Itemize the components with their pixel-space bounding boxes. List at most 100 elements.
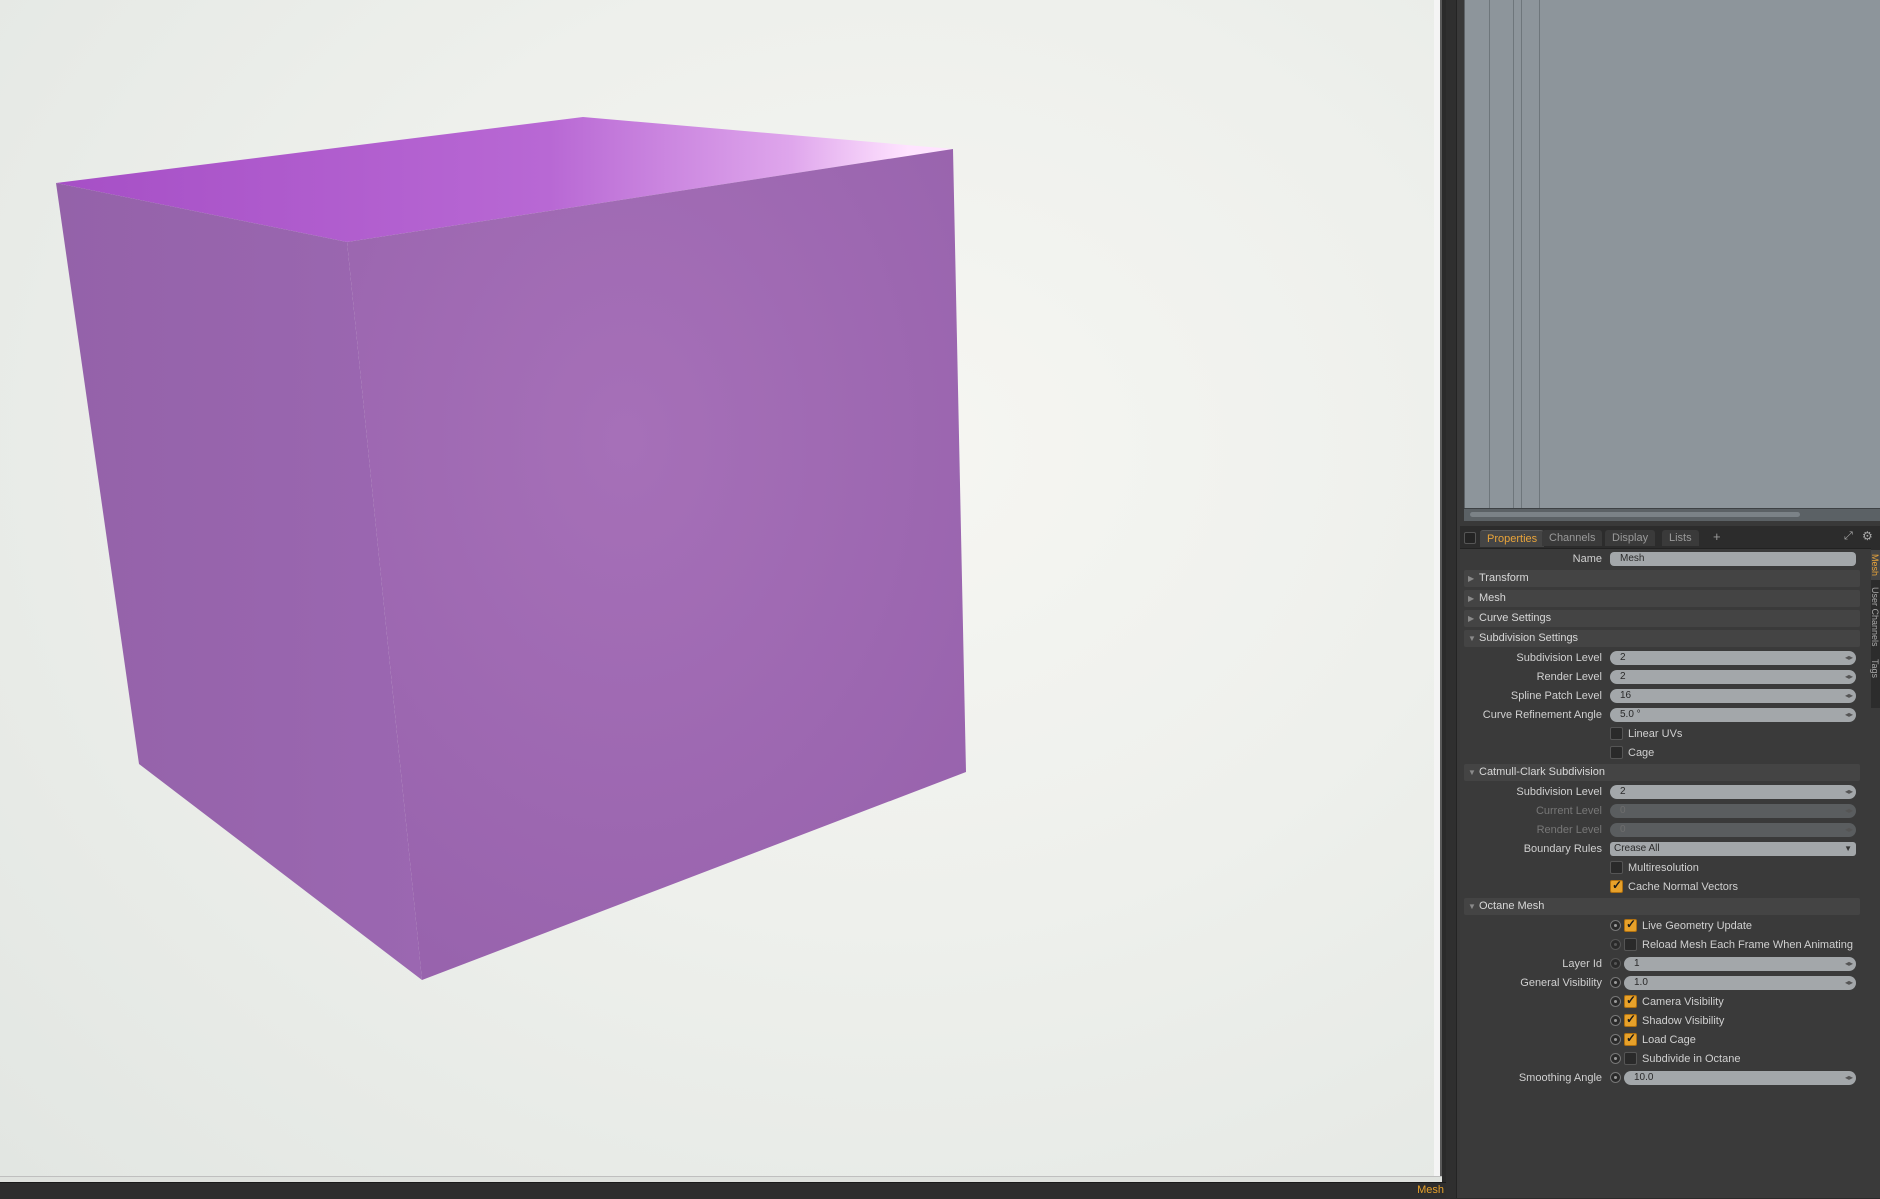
list-column-divider[interactable]: [1521, 0, 1522, 508]
tab-properties[interactable]: Properties: [1480, 530, 1545, 547]
tab-channels[interactable]: Channels: [1542, 530, 1603, 546]
spin-arrows-icon[interactable]: ◂▸: [1844, 958, 1854, 970]
viewport-border: [1434, 0, 1442, 1180]
cc-current-level-row: Current Level 0 ◂▸: [1460, 802, 1860, 821]
cache-normal-vectors-row: Cache Normal Vectors: [1460, 878, 1860, 897]
cube-front-face: [347, 149, 966, 980]
cage-row: Cage: [1460, 744, 1860, 763]
curve-refinement-angle-row: Curve Refinement Angle 5.0 ° ◂▸: [1460, 706, 1860, 725]
cage-checkbox[interactable]: [1610, 746, 1623, 759]
spin-arrows-icon: ◂▸: [1844, 825, 1854, 834]
side-tab-tags[interactable]: Tags: [1870, 654, 1880, 684]
cc-subdivision-level-input[interactable]: 2 ◂▸: [1610, 785, 1856, 799]
linear-uvs-row: Linear UVs: [1460, 725, 1860, 744]
override-radio[interactable]: [1610, 996, 1621, 1007]
load-cage-row: Load Cage: [1460, 1031, 1860, 1050]
side-tab-user-channels[interactable]: User Channels: [1870, 584, 1880, 650]
properties-panel: Properties Channels Display Lists + ⤢ ⚙ …: [1460, 526, 1880, 1198]
override-radio[interactable]: [1610, 1015, 1621, 1026]
panel-menu-icon[interactable]: [1464, 532, 1476, 544]
override-radio[interactable]: [1610, 939, 1621, 950]
list-column-divider[interactable]: [1489, 0, 1490, 508]
collapsed-triangle-icon: ▶: [1468, 574, 1475, 583]
right-dock: Properties Channels Display Lists + ⤢ ⚙ …: [1446, 0, 1880, 1198]
name-label: Name: [1572, 553, 1602, 565]
list-column-divider[interactable]: [1513, 0, 1514, 508]
side-vertical-tabs: Mesh User Channels Tags: [1870, 548, 1880, 708]
cube-render[interactable]: [0, 0, 1440, 1180]
section-octane-mesh[interactable]: ▼ Octane Mesh: [1464, 898, 1860, 915]
general-visibility-input[interactable]: 1.0 ◂▸: [1624, 976, 1856, 990]
expanded-triangle-icon: ▼: [1468, 768, 1476, 777]
override-radio[interactable]: [1610, 1034, 1621, 1045]
spin-arrows-icon[interactable]: ◂▸: [1844, 709, 1854, 721]
collapsed-triangle-icon: ▶: [1468, 614, 1475, 623]
expanded-triangle-icon: ▼: [1468, 634, 1476, 643]
render-level-input[interactable]: 2 ◂▸: [1610, 670, 1856, 684]
side-tab-mesh[interactable]: Mesh: [1870, 550, 1880, 580]
cc-render-level-input: 0 ◂▸: [1610, 823, 1856, 837]
layer-id-row: Layer Id 1 ◂▸: [1460, 955, 1860, 974]
name-row: Name Mesh: [1460, 550, 1860, 569]
section-subdivision-settings[interactable]: ▼ Subdivision Settings: [1464, 630, 1860, 647]
section-mesh[interactable]: ▶ Mesh: [1464, 590, 1860, 607]
subdivision-level-row: Subdivision Level 2 ◂▸: [1460, 649, 1860, 668]
spin-arrows-icon[interactable]: ◂▸: [1844, 671, 1854, 683]
multiresolution-checkbox[interactable]: [1610, 861, 1623, 874]
section-transform[interactable]: ▶ Transform: [1464, 570, 1860, 587]
expand-icon[interactable]: ⤢: [1844, 530, 1853, 543]
tab-display[interactable]: Display: [1605, 530, 1656, 546]
load-cage-checkbox[interactable]: [1624, 1031, 1637, 1046]
boundary-rules-dropdown[interactable]: Crease All ▼: [1610, 842, 1856, 856]
spin-arrows-icon[interactable]: ◂▸: [1844, 786, 1854, 798]
collapsed-triangle-icon: ▶: [1468, 594, 1475, 603]
spin-arrows-icon[interactable]: ◂▸: [1844, 690, 1854, 702]
linear-uvs-checkbox[interactable]: [1610, 727, 1623, 740]
live-geometry-checkbox[interactable]: [1624, 917, 1637, 932]
smoothing-angle-row: Smoothing Angle 10.0 ◂▸: [1460, 1069, 1860, 1088]
add-tab-button[interactable]: +: [1713, 530, 1721, 544]
cache-normal-vectors-checkbox[interactable]: [1610, 878, 1623, 893]
spline-patch-level-input[interactable]: 16 ◂▸: [1610, 689, 1856, 703]
spin-arrows-icon: ◂▸: [1844, 806, 1854, 815]
shadow-visibility-row: Shadow Visibility: [1460, 1012, 1860, 1031]
cc-subdivision-level-row: Subdivision Level 2 ◂▸: [1460, 783, 1860, 802]
chevron-down-icon: ▼: [1844, 844, 1852, 853]
scrollbar-thumb[interactable]: [1470, 512, 1800, 517]
dock-splitter[interactable]: [1446, 0, 1457, 1198]
override-radio[interactable]: [1610, 958, 1621, 969]
subdivide-octane-checkbox[interactable]: [1624, 1052, 1637, 1065]
subdivide-octane-row: Subdivide in Octane: [1460, 1050, 1860, 1069]
shadow-visibility-checkbox[interactable]: [1624, 1012, 1637, 1027]
multiresolution-row: Multiresolution: [1460, 859, 1860, 878]
camera-visibility-checkbox[interactable]: [1624, 993, 1637, 1008]
gear-icon[interactable]: ⚙: [1862, 529, 1873, 543]
name-input[interactable]: Mesh: [1610, 552, 1856, 566]
3d-viewport[interactable]: [0, 0, 1440, 1180]
override-radio[interactable]: [1610, 1072, 1621, 1083]
smoothing-angle-input[interactable]: 10.0 ◂▸: [1624, 1071, 1856, 1085]
camera-visibility-row: Camera Visibility: [1460, 993, 1860, 1012]
expanded-triangle-icon: ▼: [1468, 902, 1476, 911]
live-geometry-row: Live Geometry Update: [1460, 917, 1860, 936]
reload-mesh-checkbox[interactable]: [1624, 938, 1637, 951]
spin-arrows-icon[interactable]: ◂▸: [1844, 652, 1854, 664]
subdivision-level-input[interactable]: 2 ◂▸: [1610, 651, 1856, 665]
layer-id-input[interactable]: 1 ◂▸: [1624, 957, 1856, 971]
list-column-divider[interactable]: [1539, 0, 1540, 508]
spin-arrows-icon[interactable]: ◂▸: [1844, 977, 1854, 989]
item-list-panel[interactable]: [1464, 0, 1880, 508]
status-selection-text: Mesh: [1417, 1184, 1444, 1196]
status-bar: Mesh: [0, 1182, 1450, 1199]
tab-lists[interactable]: Lists: [1662, 530, 1699, 546]
override-radio[interactable]: [1610, 977, 1621, 988]
curve-refinement-angle-input[interactable]: 5.0 ° ◂▸: [1610, 708, 1856, 722]
override-radio[interactable]: [1610, 920, 1621, 931]
boundary-rules-row: Boundary Rules Crease All ▼: [1460, 840, 1860, 859]
spin-arrows-icon[interactable]: ◂▸: [1844, 1072, 1854, 1084]
general-visibility-row: General Visibility 1.0 ◂▸: [1460, 974, 1860, 993]
override-radio[interactable]: [1610, 1053, 1621, 1064]
list-horizontal-scrollbar[interactable]: [1464, 508, 1880, 521]
section-catmull-clark[interactable]: ▼ Catmull-Clark Subdivision: [1464, 764, 1860, 781]
section-curve-settings[interactable]: ▶ Curve Settings: [1464, 610, 1860, 627]
